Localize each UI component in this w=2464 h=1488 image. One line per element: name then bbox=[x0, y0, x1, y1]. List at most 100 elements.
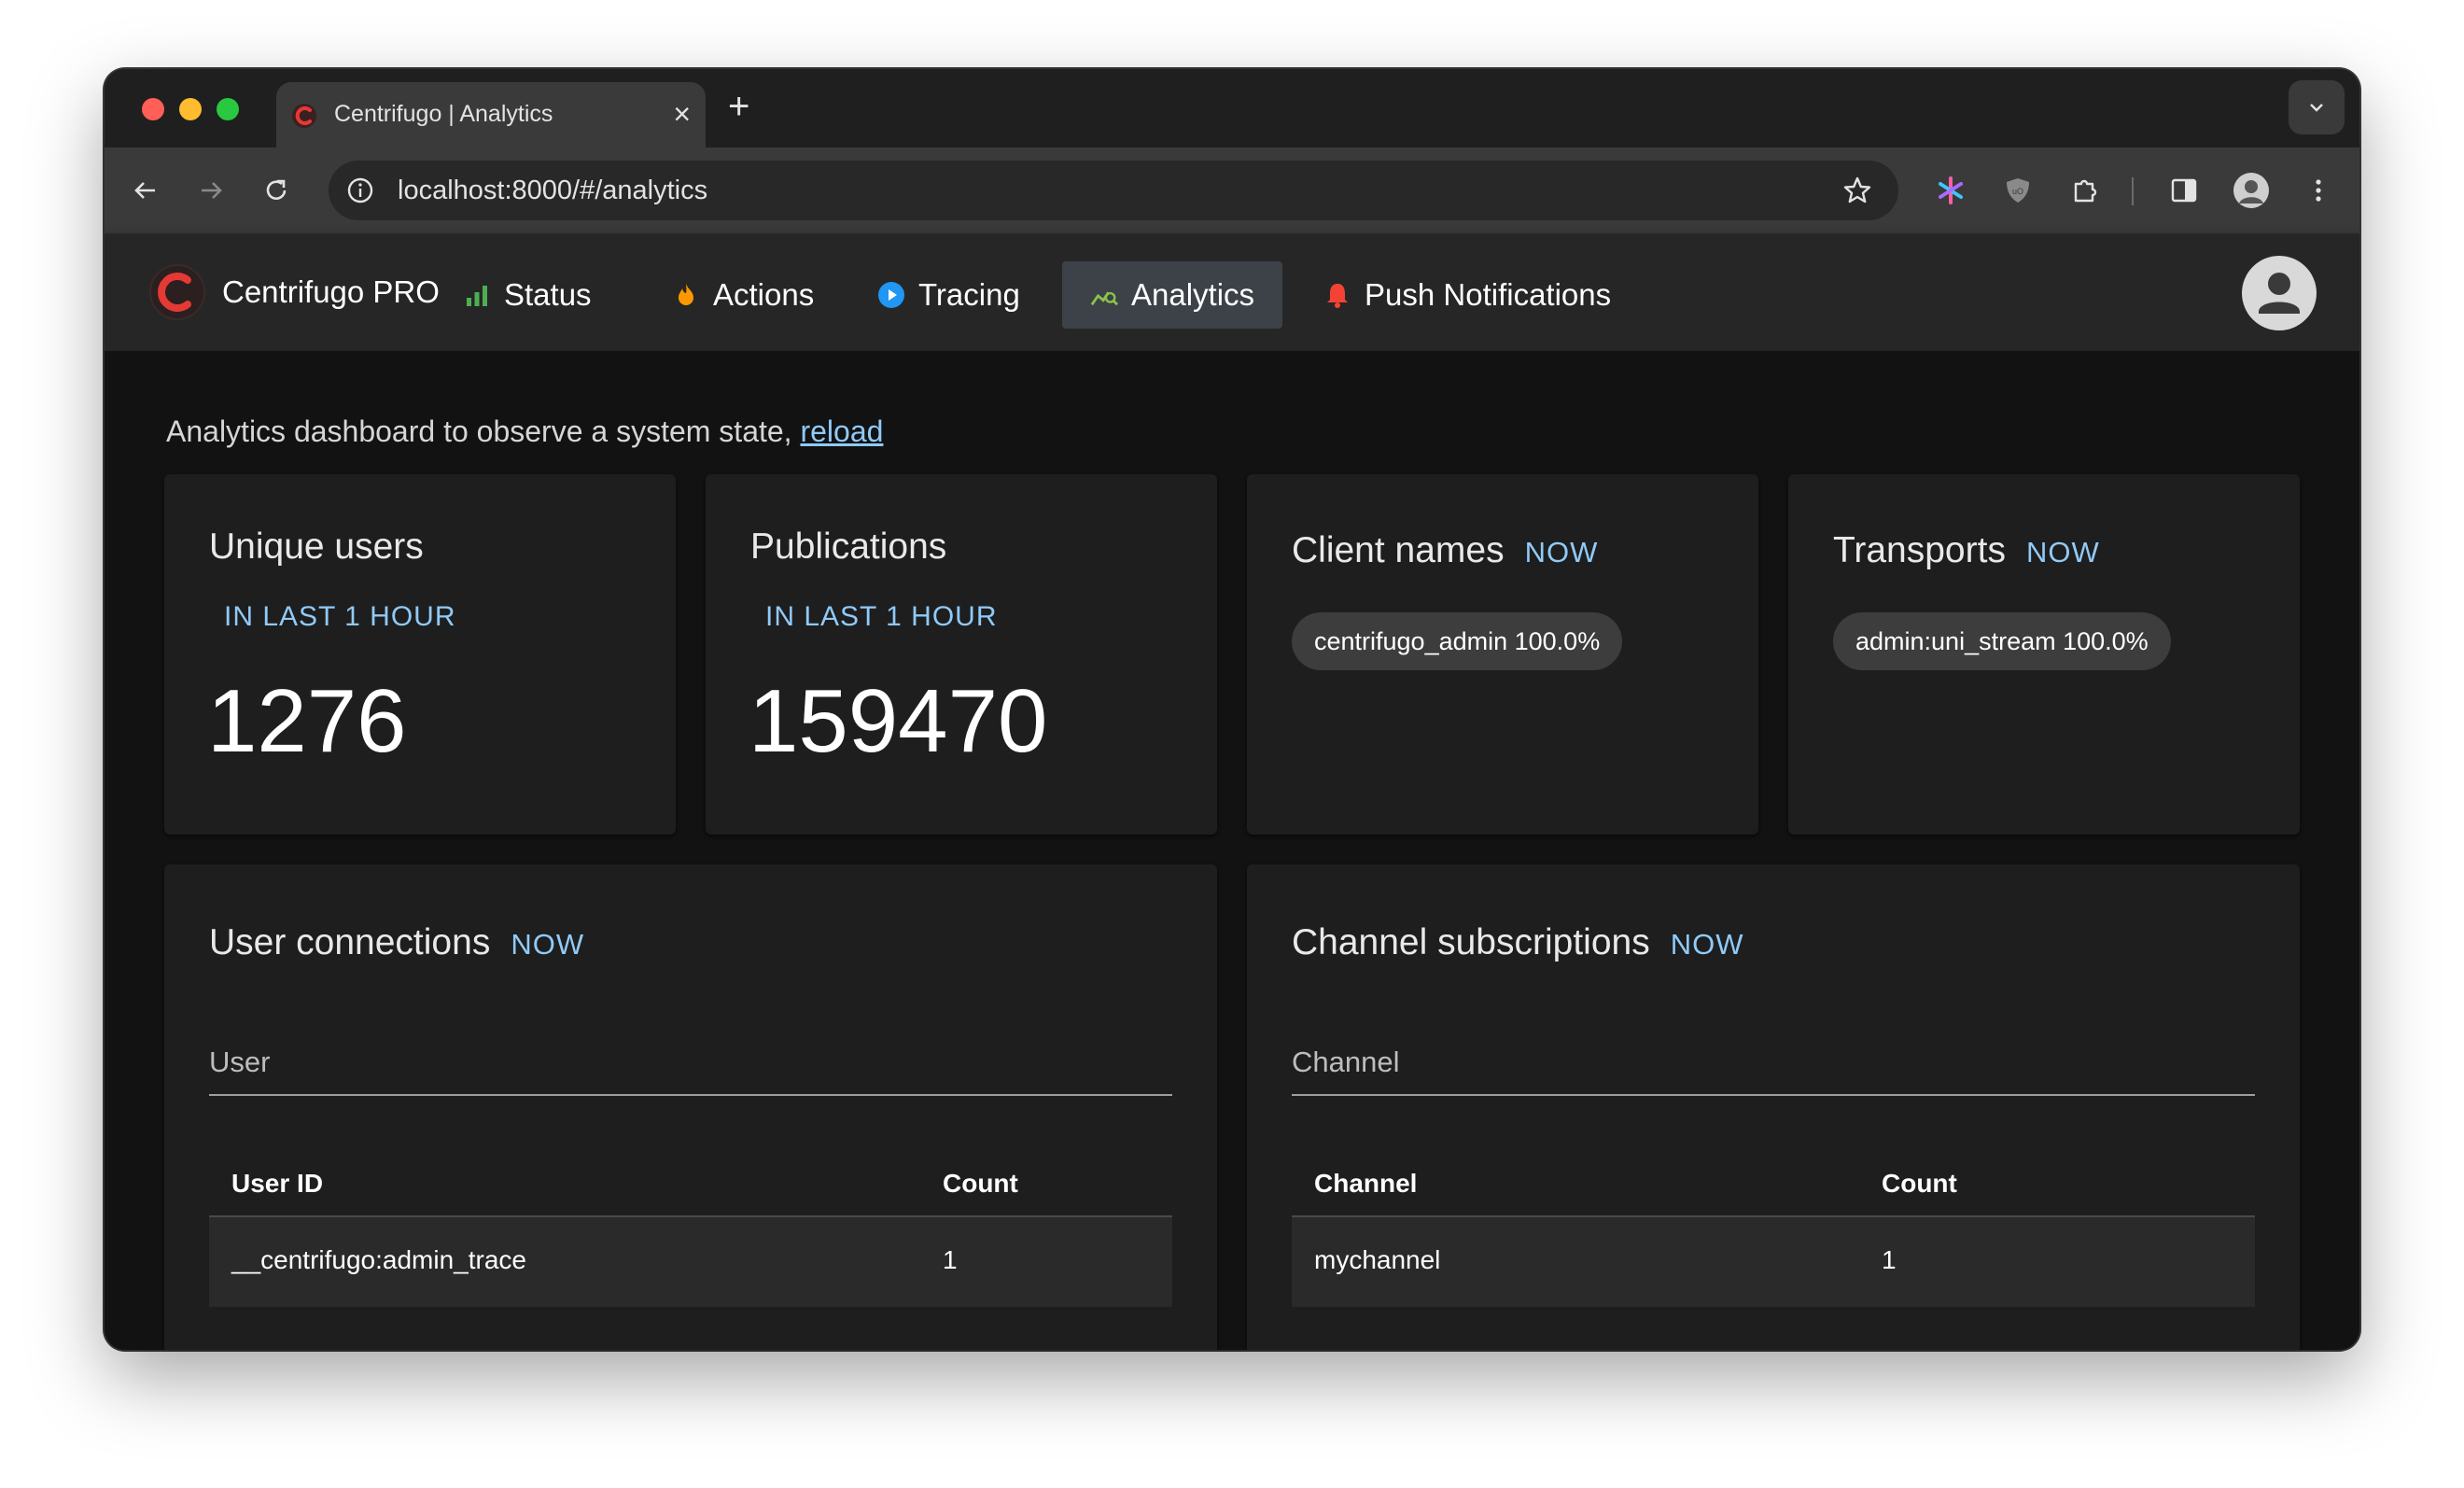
unique-users-value: 1276 bbox=[207, 671, 407, 771]
tab-strip: Centrifugo | Analytics × + bbox=[105, 69, 2359, 147]
toolbar-separator bbox=[2132, 177, 2134, 205]
intro-text: Analytics dashboard to observe a system … bbox=[166, 414, 801, 448]
table-header: Channel Count bbox=[1292, 1148, 2255, 1217]
nav-item-actions[interactable]: Actions bbox=[644, 261, 842, 329]
now-badge: NOW bbox=[1524, 536, 1599, 569]
browser-menu-button[interactable] bbox=[2298, 170, 2339, 211]
user-connections-card: User connections NOW User User ID Count _… bbox=[164, 864, 1217, 1350]
cell-count: 1 bbox=[1882, 1245, 1897, 1274]
cell-channel: mychannel bbox=[1314, 1245, 1441, 1274]
nav-label-analytics: Analytics bbox=[1131, 277, 1255, 312]
brand-link[interactable]: Centrifugo PRO bbox=[149, 261, 440, 323]
client-name-chip[interactable]: centrifugo_admin 100.0% bbox=[1292, 612, 1623, 670]
minimize-window-button[interactable] bbox=[179, 98, 202, 120]
tab-search-button[interactable] bbox=[2289, 80, 2345, 134]
browser-tab[interactable]: Centrifugo | Analytics × bbox=[276, 82, 706, 147]
table-row[interactable]: mychannel 1 bbox=[1292, 1217, 2255, 1307]
refresh-icon bbox=[266, 179, 287, 200]
nav-item-status[interactable]: Status bbox=[435, 261, 620, 329]
card-title: Client names bbox=[1292, 530, 1505, 570]
nav-item-tracing[interactable]: Tracing bbox=[849, 261, 1048, 329]
now-badge: NOW bbox=[2025, 536, 2100, 569]
analytics-icon bbox=[1090, 281, 1118, 309]
browser-window: Centrifugo | Analytics × + localhost:800… bbox=[105, 69, 2359, 1350]
new-tab-button[interactable]: + bbox=[728, 86, 749, 127]
analytics-content: Analytics dashboard to observe a system … bbox=[105, 351, 2359, 1350]
transport-chip[interactable]: admin:uni_stream 100.0% bbox=[1833, 612, 2171, 670]
reload-link[interactable]: reload bbox=[800, 414, 883, 448]
field-label: Channel bbox=[1292, 1046, 1400, 1078]
shield-icon: uO bbox=[2007, 178, 2029, 203]
card-subtitle: IN LAST 1 HOUR bbox=[224, 601, 456, 632]
card-title: Transports bbox=[1833, 530, 2006, 570]
publications-card: Publications IN LAST 1 HOUR 159470 bbox=[706, 474, 1217, 835]
profile-button[interactable] bbox=[2231, 170, 2272, 211]
extensions-button[interactable] bbox=[2065, 170, 2106, 211]
nav-label-tracing: Tracing bbox=[918, 277, 1020, 312]
page-intro: Analytics dashboard to observe a system … bbox=[166, 414, 883, 449]
site-info-icon[interactable] bbox=[342, 172, 379, 209]
publications-value: 159470 bbox=[749, 671, 1048, 771]
column-header-user-id[interactable]: User ID bbox=[231, 1169, 323, 1199]
profile-avatar-icon bbox=[2233, 173, 2269, 208]
tab-title: Centrifugo | Analytics bbox=[334, 101, 553, 127]
extension-button[interactable] bbox=[1930, 170, 1971, 211]
reload-button[interactable] bbox=[256, 170, 297, 211]
now-badge: NOW bbox=[511, 928, 585, 961]
table-row[interactable]: __centrifugo:admin_trace 1 bbox=[209, 1217, 1172, 1307]
centrifugo-logo-icon bbox=[292, 104, 316, 128]
close-icon[interactable]: × bbox=[673, 95, 691, 133]
asterisk-extension-icon bbox=[1939, 176, 1963, 204]
fire-icon bbox=[672, 281, 700, 309]
table-header: User ID Count bbox=[209, 1148, 1172, 1217]
more-vertical-icon bbox=[2316, 179, 2321, 202]
unique-users-card: Unique users IN LAST 1 HOUR 1276 bbox=[164, 474, 676, 835]
cell-user-id: __centrifugo:admin_trace bbox=[231, 1245, 526, 1274]
card-title-row: Channel subscriptions NOW bbox=[1292, 922, 1743, 963]
play-circle-icon bbox=[877, 281, 905, 309]
url-text: localhost:8000/#/analytics bbox=[398, 175, 708, 205]
user-avatar[interactable] bbox=[2242, 256, 2317, 330]
column-header-count[interactable]: Count bbox=[1882, 1169, 1957, 1199]
card-title: Channel subscriptions bbox=[1292, 922, 1650, 962]
nav-label-push-notifications: Push Notifications bbox=[1365, 277, 1612, 312]
back-button[interactable] bbox=[125, 170, 166, 211]
card-subtitle: IN LAST 1 HOUR bbox=[765, 601, 998, 632]
channel-subscriptions-card: Channel subscriptions NOW Channel Channel… bbox=[1247, 864, 2300, 1350]
arrow-left-icon bbox=[134, 182, 155, 199]
browser-toolbar: localhost:8000/#/analytics uO bbox=[105, 147, 2359, 233]
maximize-window-button[interactable] bbox=[217, 98, 239, 120]
person-icon bbox=[2259, 273, 2300, 314]
chevron-down-icon bbox=[2310, 104, 2323, 112]
transports-card: Transports NOW admin:uni_stream 100.0% bbox=[1788, 474, 2300, 835]
card-title-row: Transports NOW bbox=[1833, 530, 2100, 571]
brand-name: Centrifugo PRO bbox=[222, 274, 440, 309]
bookmark-star-icon[interactable] bbox=[1839, 172, 1876, 209]
forward-button[interactable] bbox=[190, 170, 231, 211]
bar-chart-icon bbox=[463, 281, 491, 309]
field-label: User bbox=[209, 1046, 271, 1078]
user-filter-input[interactable]: User bbox=[209, 1036, 1172, 1096]
nav-item-analytics[interactable]: Analytics bbox=[1062, 261, 1283, 329]
card-title-row: Client names NOW bbox=[1292, 530, 1598, 571]
card-title: Publications bbox=[750, 526, 947, 567]
card-title: Unique users bbox=[209, 526, 424, 567]
svg-text:uO: uO bbox=[2012, 187, 2023, 196]
side-panel-button[interactable] bbox=[2163, 170, 2205, 211]
column-header-count[interactable]: Count bbox=[943, 1169, 1018, 1199]
ublock-button[interactable]: uO bbox=[1997, 170, 2038, 211]
column-header-channel[interactable]: Channel bbox=[1314, 1169, 1417, 1199]
nav-label-actions: Actions bbox=[713, 277, 815, 312]
arrow-right-icon bbox=[202, 182, 222, 199]
app-navbar: Centrifugo PRO Status Actions Tracing An… bbox=[105, 233, 2359, 351]
client-names-card: Client names NOW centrifugo_admin 100.0% bbox=[1247, 474, 1758, 835]
bell-icon bbox=[1323, 281, 1351, 309]
centrifugo-logo-icon bbox=[149, 264, 205, 320]
nav-item-push-notifications[interactable]: Push Notifications bbox=[1295, 261, 1639, 329]
now-badge: NOW bbox=[1670, 928, 1744, 961]
puzzle-icon bbox=[2074, 179, 2097, 203]
close-window-button[interactable] bbox=[142, 98, 164, 120]
card-title: User connections bbox=[209, 922, 491, 962]
channel-filter-input[interactable]: Channel bbox=[1292, 1036, 2255, 1096]
address-bar[interactable]: localhost:8000/#/analytics bbox=[329, 161, 1898, 220]
